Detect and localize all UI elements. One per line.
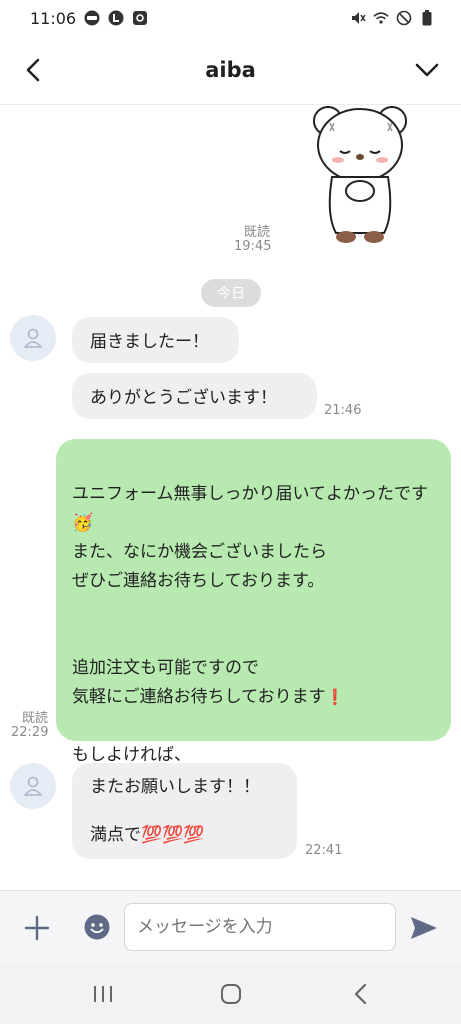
- read-receipt: 既読: [243, 225, 270, 240]
- plus-icon[interactable]: [22, 913, 52, 943]
- avatar[interactable]: [10, 315, 56, 361]
- message-time: 19:45: [234, 239, 272, 254]
- chevron-left-icon[interactable]: [20, 56, 48, 84]
- outgoing-message[interactable]: ユニフォーム無事しっかり届いてよかったです🥳 また、なにか機会ございましたら ぜ…: [56, 439, 451, 794]
- system-nav-bar: [0, 964, 461, 1024]
- battery-icon: [419, 10, 435, 26]
- avatar[interactable]: [10, 763, 56, 809]
- status-left: 11:06: [30, 9, 148, 28]
- emoji-icon[interactable]: [83, 913, 111, 941]
- do-not-disturb-icon: [396, 10, 412, 26]
- wifi-icon: [373, 10, 389, 26]
- app-notification-icon: [132, 10, 148, 26]
- message-time: 21:46: [324, 403, 362, 418]
- send-icon[interactable]: [408, 913, 440, 943]
- status-right: [350, 10, 435, 26]
- line-l-icon: [108, 10, 124, 26]
- status-bar: 11:06: [0, 0, 461, 36]
- recent-apps-icon[interactable]: [88, 980, 118, 1008]
- chat-area[interactable]: 既読 19:45 今日 届きましたー！ ありがとうございます！ 21:46 ユニ…: [0, 105, 461, 890]
- read-receipt: 既読: [21, 711, 48, 726]
- exclamation-emoji: ❗: [325, 688, 345, 706]
- chat-title: aiba: [205, 58, 256, 82]
- incoming-message[interactable]: 届きましたー！: [72, 317, 239, 363]
- message-input[interactable]: [124, 903, 396, 951]
- home-icon[interactable]: [216, 980, 246, 1008]
- line-notification-icon: [84, 10, 100, 26]
- outgoing-message-text: ユニフォーム無事しっかり届いてよかったです🥳 また、なにか機会ございましたら ぜ…: [72, 484, 428, 707]
- bear-sticker[interactable]: [300, 105, 420, 245]
- incoming-message[interactable]: またお願いします！！ 満点で💯💯💯: [72, 763, 297, 859]
- chevron-down-icon[interactable]: [413, 58, 441, 82]
- message-input-bar: [0, 890, 461, 965]
- mute-icon: [350, 10, 366, 26]
- person-icon: [24, 328, 42, 348]
- incoming-message[interactable]: ありがとうございます！: [72, 373, 317, 419]
- date-divider: 今日: [201, 279, 261, 307]
- message-time: 22:29: [11, 725, 49, 740]
- person-icon: [24, 776, 42, 796]
- message-time: 22:41: [305, 843, 343, 858]
- status-time: 11:06: [30, 8, 77, 28]
- nav-back-icon[interactable]: [346, 980, 376, 1008]
- chat-header: aiba: [0, 36, 461, 105]
